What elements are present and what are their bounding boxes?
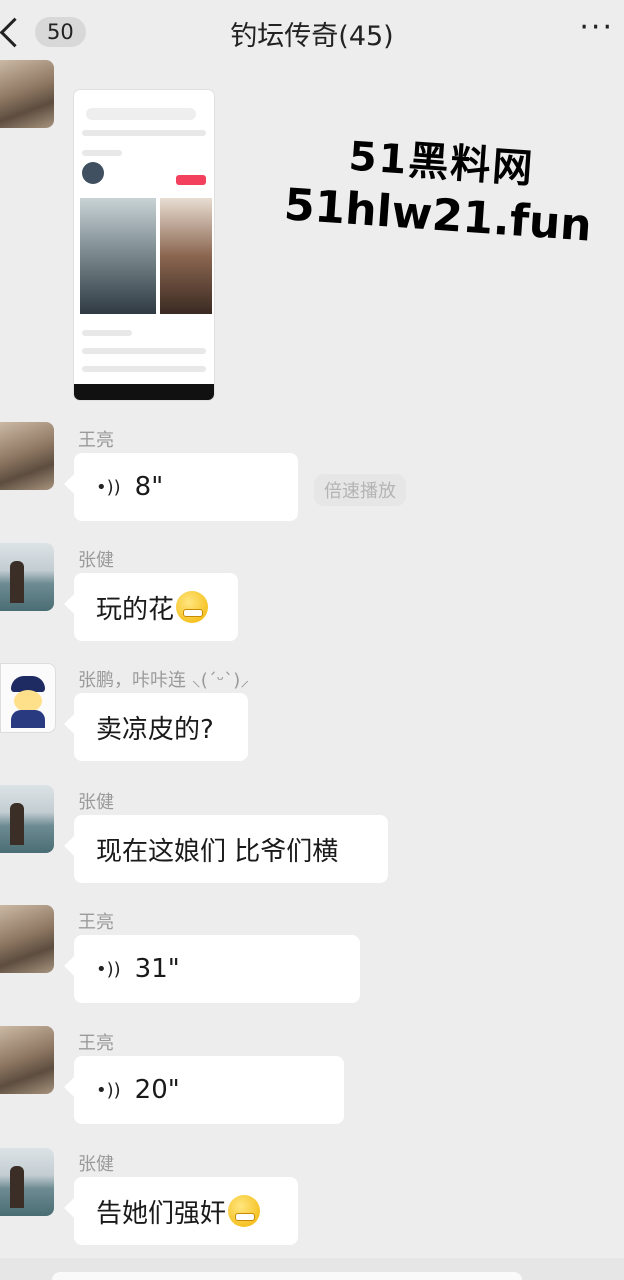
text-message[interactable]: 玩的花 — [74, 573, 238, 641]
watermark: 51黑料网 51hlw21.fun — [267, 118, 614, 252]
text-message[interactable]: 现在这娘们 比爷们横 — [74, 815, 388, 883]
image-message[interactable] — [74, 90, 214, 400]
text-message[interactable]: 告她们强奸 — [74, 1177, 298, 1245]
screenshot-footer — [74, 384, 214, 400]
voice-wave-icon: •)) — [96, 958, 121, 980]
voice-wave-icon: •)) — [96, 1079, 121, 1101]
avatar[interactable] — [0, 1148, 54, 1216]
more-options-icon[interactable]: ··· — [579, 10, 614, 45]
voice-wave-icon: •)) — [96, 476, 121, 498]
voice-message[interactable]: •)) 31" — [74, 935, 360, 1003]
screenshot-search-bar — [86, 108, 196, 120]
sender-name: 王亮 — [78, 1033, 114, 1054]
screenshot-avatar — [82, 162, 104, 184]
message-text: 卖凉皮的? — [96, 714, 214, 745]
screenshot-follow-button — [176, 175, 206, 185]
avatar[interactable] — [0, 1026, 54, 1094]
voice-duration: 20" — [134, 1075, 180, 1105]
input-area — [0, 1258, 624, 1280]
message-text: 告她们强奸 — [96, 1198, 227, 1229]
avatar[interactable] — [0, 60, 54, 128]
sender-name: 张健 — [78, 1154, 114, 1175]
text-message[interactable]: 卖凉皮的? — [74, 693, 248, 761]
voice-duration: 31" — [134, 954, 180, 984]
speed-play-button[interactable]: 倍速播放 — [314, 474, 406, 506]
sender-name: 王亮 — [78, 430, 114, 451]
avatar[interactable] — [0, 905, 54, 973]
voice-message[interactable]: •)) 20" — [74, 1056, 344, 1124]
sender-name: 张鹏，咔咔连 ⸜(ˊᵕˋ)⸝ — [78, 670, 250, 691]
avatar[interactable] — [0, 543, 54, 611]
chat-title: 钓坛传奇(45) — [230, 21, 394, 52]
sender-name: 张健 — [78, 792, 114, 813]
grinning-emoji-icon — [228, 1195, 261, 1227]
laughing-emoji-icon — [176, 591, 209, 623]
chat-header: 50 钓坛传奇(45) ··· — [0, 0, 624, 66]
voice-message[interactable]: •)) 8" — [74, 453, 298, 521]
screenshot-photo — [80, 198, 156, 314]
sender-name: 张健 — [78, 550, 114, 571]
voice-duration: 8" — [134, 472, 164, 502]
avatar[interactable] — [0, 785, 54, 853]
screenshot-photo — [160, 198, 212, 314]
avatar[interactable] — [0, 422, 54, 490]
message-text: 现在这娘们 比爷们横 — [96, 836, 339, 867]
message-text: 玩的花 — [96, 594, 175, 625]
avatar[interactable] — [0, 663, 56, 733]
message-input[interactable] — [52, 1272, 522, 1280]
sender-name: 王亮 — [78, 912, 114, 933]
